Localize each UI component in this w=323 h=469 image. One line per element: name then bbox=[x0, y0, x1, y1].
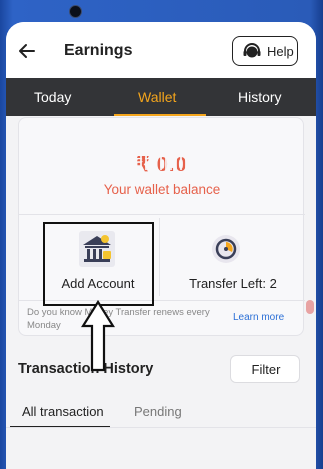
tab-today[interactable]: Today bbox=[34, 89, 71, 105]
subtab-pending[interactable]: Pending bbox=[134, 404, 182, 419]
scroll-indicator[interactable] bbox=[306, 300, 314, 314]
transaction-subtabs: All transaction Pending bbox=[6, 396, 316, 447]
filter-button[interactable]: Filter bbox=[230, 355, 300, 383]
filter-label: Filter bbox=[251, 362, 281, 377]
annotation-up-arrow-icon bbox=[81, 300, 115, 372]
timer-icon bbox=[212, 235, 240, 263]
info-text: Do you know Money Transfer renews every … bbox=[27, 307, 210, 331]
app-header: Earnings Help bbox=[6, 22, 316, 78]
subtab-rule bbox=[6, 427, 316, 428]
tab-wallet[interactable]: Wallet bbox=[138, 89, 176, 105]
help-label: Help bbox=[267, 44, 294, 59]
tab-history[interactable]: History bbox=[238, 89, 282, 105]
camera-icon bbox=[69, 5, 82, 18]
help-button[interactable]: Help bbox=[232, 36, 298, 66]
tab-active-indicator bbox=[114, 114, 206, 116]
transfer-left-item[interactable]: Transfer Left: 2 bbox=[165, 218, 301, 300]
learn-more-link[interactable]: Learn more bbox=[233, 312, 284, 323]
tab-bar: Today Wallet History bbox=[6, 78, 316, 116]
subtab-all-transaction[interactable]: All transaction bbox=[22, 404, 104, 419]
transfer-left-label: Transfer Left: 2 bbox=[189, 276, 277, 291]
annotation-highlight-box bbox=[43, 222, 154, 306]
back-arrow-icon[interactable] bbox=[16, 40, 38, 62]
card-divider bbox=[19, 214, 305, 215]
actions-divider bbox=[159, 218, 160, 296]
balance-blur-mask bbox=[137, 155, 197, 170]
wallet-balance-label: Your wallet balance bbox=[103, 182, 221, 197]
status-bar bbox=[0, 0, 323, 22]
headset-icon bbox=[243, 43, 261, 58]
page-title: Earnings bbox=[64, 42, 133, 59]
